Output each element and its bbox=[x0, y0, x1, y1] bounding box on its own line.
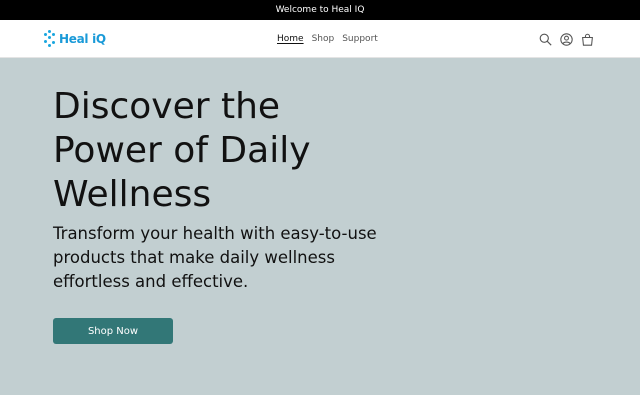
cart-icon[interactable] bbox=[581, 33, 594, 46]
page-bottom-strip bbox=[0, 395, 640, 400]
announcement-bar: Welcome to Heal IQ bbox=[0, 0, 640, 20]
brand-logo[interactable]: Heal iQ bbox=[44, 28, 106, 50]
nav-item-shop[interactable]: Shop bbox=[312, 34, 335, 44]
logo-text: Heal iQ bbox=[59, 32, 106, 46]
announcement-text: Welcome to Heal IQ bbox=[275, 5, 365, 15]
hero-banner: Discover the Power of Daily Wellness Tra… bbox=[0, 58, 640, 395]
header-icons bbox=[539, 31, 594, 47]
account-icon[interactable] bbox=[560, 32, 573, 46]
hero-subtitle: Transform your health with easy-to-use p… bbox=[53, 224, 377, 291]
nav-item-home[interactable]: Home bbox=[277, 34, 304, 44]
shop-now-button[interactable]: Shop Now bbox=[53, 318, 173, 344]
logo-dots-icon bbox=[44, 30, 58, 48]
hero-title: Discover the Power of Daily Wellness bbox=[53, 86, 311, 215]
nav-item-support[interactable]: Support bbox=[342, 34, 378, 44]
site-header: Heal iQ Home Shop Support bbox=[0, 20, 640, 58]
main-nav: Home Shop Support bbox=[277, 20, 378, 58]
search-icon[interactable] bbox=[539, 33, 552, 46]
